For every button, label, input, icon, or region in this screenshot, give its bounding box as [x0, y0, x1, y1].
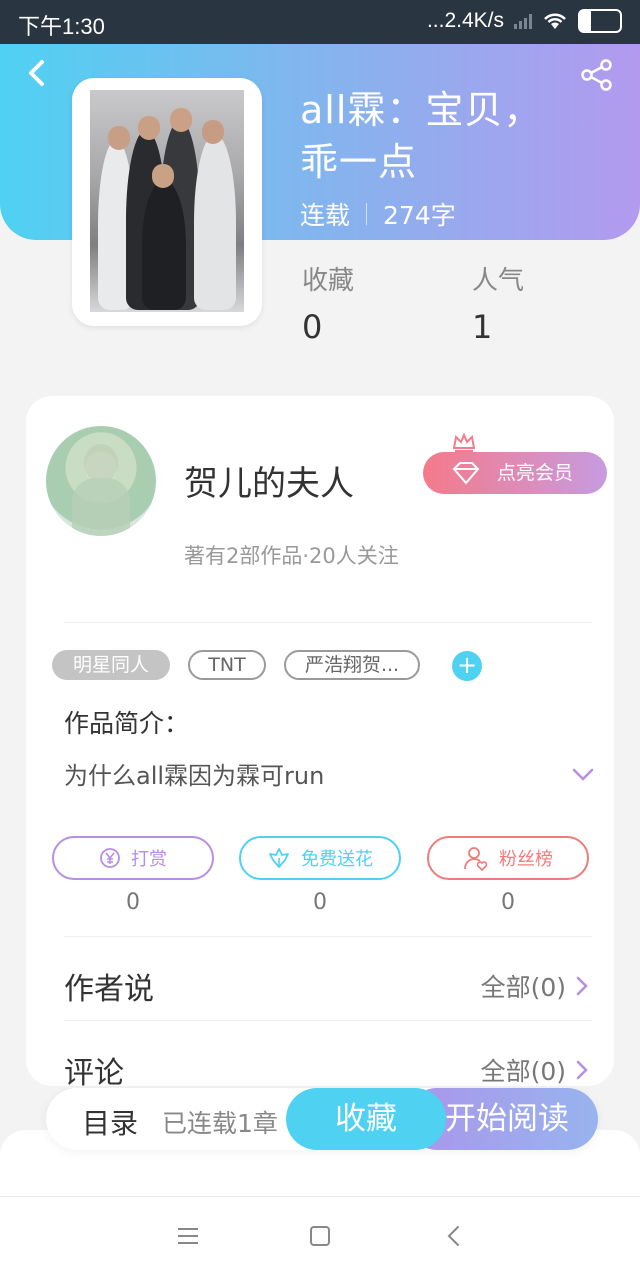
tag-category[interactable]: 明星同人 [52, 650, 170, 680]
author-works-followers: 著有2部作品·20人关注 [184, 544, 399, 568]
reward-label: 打赏 [131, 849, 167, 870]
book-meta: 连载 274字 [300, 196, 456, 232]
nav-back-icon[interactable] [440, 1222, 468, 1250]
status-bar: 下午1:30 ...2.4K/s 27 [0, 0, 640, 44]
favorites-label: 收藏 [302, 266, 355, 296]
flower-icon [269, 848, 289, 868]
comments-title: 评论 [64, 1056, 124, 1091]
popularity-label: 人气 [472, 266, 525, 296]
fan-ranking-label: 粉丝榜 [499, 849, 553, 870]
send-flower-button[interactable]: 免费送花 [239, 836, 401, 880]
comments-all-link[interactable]: 全部(0) [481, 1052, 588, 1088]
collect-button[interactable]: 收藏 [286, 1088, 446, 1150]
battery-level: 27 [592, 13, 608, 29]
author-notes-all-label: 全部(0) [480, 973, 566, 1002]
battery-icon: 27 [578, 9, 622, 33]
reward-count: 0 [126, 890, 140, 915]
book-status: 连载 [300, 201, 351, 230]
reward-button[interactable]: 打赏 [52, 836, 214, 880]
send-flower-label: 免费送花 [301, 849, 373, 870]
card-divider [64, 1020, 592, 1021]
comments-all-label: 全部(0) [480, 1057, 566, 1086]
fan-count: 0 [501, 890, 515, 915]
network-speed: ...2.4K/s [426, 9, 504, 32]
word-count: 274字 [383, 201, 456, 230]
popularity-count: 1 [472, 308, 493, 346]
add-tag-button[interactable]: + [452, 651, 482, 681]
book-title: all霖：宝贝， 乖一点 [300, 84, 600, 188]
card-divider [64, 936, 592, 937]
author-avatar[interactable] [46, 426, 156, 536]
book-title-line2: 乖一点 [300, 140, 418, 184]
card-divider [64, 622, 592, 623]
author-name[interactable]: 贺儿的夫人 [184, 456, 354, 505]
toc-button[interactable]: 目录 [82, 1102, 138, 1142]
chevron-right-icon [576, 976, 588, 996]
cover-image [90, 90, 244, 312]
status-time: 下午1:30 [18, 14, 105, 39]
author-notes-title: 作者说 [64, 972, 154, 1007]
intro-heading: 作品简介： [64, 709, 190, 738]
vip-button[interactable]: 点亮会员 [423, 452, 607, 494]
intro-text: 为什么all霖因为霖可run [64, 762, 325, 790]
vip-label: 点亮会员 [497, 462, 574, 484]
flower-count: 0 [313, 890, 327, 915]
book-cover[interactable] [72, 78, 262, 326]
chevron-right-icon [576, 1060, 588, 1080]
fan-ranking-button[interactable]: 粉丝榜 [427, 836, 589, 880]
meta-divider [366, 203, 368, 225]
author-notes-all-link[interactable]: 全部(0) [481, 968, 588, 1004]
signal-icon [514, 13, 532, 29]
tag-tnt[interactable]: TNT [188, 650, 266, 680]
diamond-icon [452, 462, 480, 485]
yen-coin-icon [100, 848, 120, 868]
tag-couple[interactable]: 严浩翔贺... [284, 650, 420, 680]
status-right: ...2.4K/s 27 [427, 9, 622, 33]
chapters-count: 已连载1章 [162, 1109, 278, 1138]
menu-icon[interactable] [174, 1222, 202, 1250]
home-icon[interactable] [306, 1222, 334, 1250]
wifi-icon [544, 13, 566, 29]
book-title-line1: all霖：宝贝， [300, 88, 543, 132]
back-icon[interactable] [20, 56, 54, 90]
favorites-count: 0 [302, 308, 323, 346]
fan-user-heart-icon [464, 847, 488, 871]
chevron-down-icon[interactable] [572, 768, 594, 782]
crown-icon [452, 432, 476, 452]
